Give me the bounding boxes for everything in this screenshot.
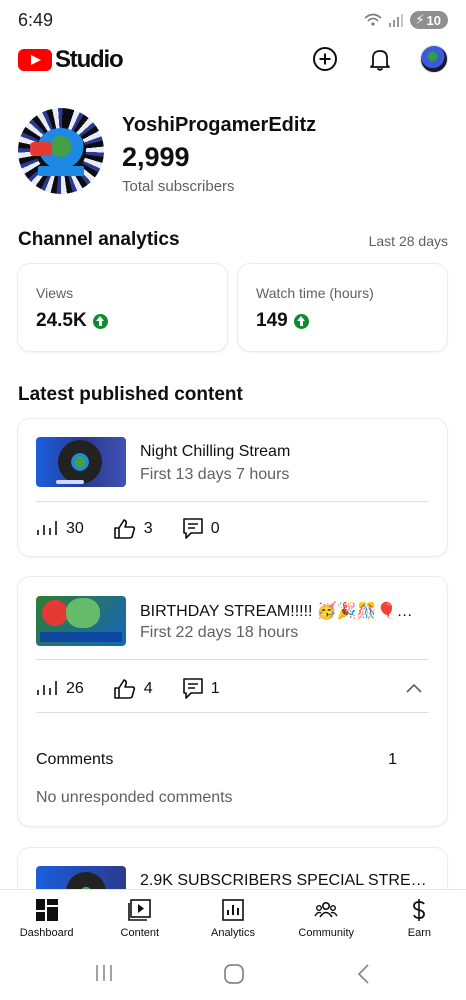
likes-count: 4 bbox=[143, 680, 153, 697]
comment-icon bbox=[182, 678, 203, 699]
comments-stat: 1 bbox=[182, 678, 220, 700]
home-icon[interactable] bbox=[223, 963, 245, 985]
subscriber-count: 2,999 bbox=[122, 142, 190, 172]
signal-icon bbox=[389, 14, 404, 27]
status-time: 6:49 bbox=[18, 10, 54, 30]
views-icon bbox=[37, 521, 57, 535]
metric-value: 149 bbox=[256, 310, 309, 332]
subscriber-label: Total subscribers bbox=[122, 178, 235, 195]
studio-logo[interactable]: Studio bbox=[18, 46, 124, 74]
comments-total: 1 bbox=[388, 751, 397, 768]
nav-community[interactable]: Community bbox=[280, 890, 373, 947]
trend-up-icon bbox=[92, 313, 108, 329]
likes-count: 3 bbox=[143, 520, 153, 537]
video-card[interactable]: Night Chilling Stream First 13 days 7 ho… bbox=[18, 419, 447, 556]
comments-label[interactable]: Comments bbox=[36, 751, 113, 769]
views-stat: 30 bbox=[36, 519, 84, 539]
charging-icon: ⚡ bbox=[415, 12, 425, 27]
comments-stat: 0 bbox=[182, 518, 220, 540]
nav-analytics[interactable]: Analytics bbox=[186, 890, 279, 947]
nav-dashboard[interactable]: Dashboard bbox=[0, 890, 93, 947]
video-stats: 26 4 1 bbox=[36, 678, 250, 700]
nav-label: Content bbox=[120, 927, 160, 939]
like-icon bbox=[113, 679, 135, 699]
watch-time-card[interactable]: Watch time (hours) 149 bbox=[238, 264, 447, 351]
status-icons: ⚡ 10 bbox=[364, 11, 448, 29]
like-icon bbox=[113, 519, 135, 539]
views-count: 26 bbox=[66, 680, 84, 697]
video-title: Night Chilling Stream bbox=[140, 443, 291, 460]
status-bar: 6:49 ⚡ 10 bbox=[0, 0, 466, 40]
account-avatar[interactable] bbox=[420, 45, 448, 73]
collapse-chevron-icon[interactable] bbox=[405, 682, 423, 694]
video-timeframe: First 22 days 18 hours bbox=[140, 624, 299, 641]
nav-label: Dashboard bbox=[19, 927, 74, 939]
nav-earn[interactable]: Earn bbox=[373, 890, 466, 947]
views-icon bbox=[37, 681, 57, 695]
metric-label: Watch time (hours) bbox=[256, 285, 374, 301]
dashboard-icon bbox=[35, 899, 58, 921]
app-header: Studio bbox=[0, 40, 466, 82]
comments-count: 1 bbox=[210, 680, 220, 697]
likes-stat: 4 bbox=[113, 679, 153, 699]
create-icon[interactable] bbox=[312, 46, 338, 72]
channel-analytics-title: Channel analytics bbox=[18, 229, 180, 250]
channel-name: YoshiProgamerEditz bbox=[122, 114, 317, 136]
views-stat: 26 bbox=[36, 679, 84, 699]
video-thumbnail[interactable] bbox=[36, 596, 126, 646]
notifications-icon[interactable] bbox=[367, 46, 393, 72]
video-card-expanded[interactable]: BIRTHDAY STREAM!!!!! 🥳🎉🎊🎈🎁🎂… First 22 da… bbox=[18, 577, 447, 826]
likes-stat: 3 bbox=[113, 519, 153, 539]
video-title: 2.9K SUBSCRIBERS SPECIAL STREAM!!… bbox=[140, 872, 430, 889]
metric-value: 24.5K bbox=[36, 310, 108, 332]
youtube-logo-icon bbox=[18, 49, 52, 71]
trend-up-icon bbox=[293, 313, 309, 329]
system-nav-bar bbox=[0, 947, 466, 1000]
nav-label: Community bbox=[298, 927, 355, 939]
nav-content[interactable]: Content bbox=[93, 890, 186, 947]
latest-content-title: Latest published content bbox=[18, 384, 243, 405]
channel-avatar[interactable] bbox=[18, 108, 104, 194]
content-icon bbox=[127, 899, 151, 921]
channel-summary: YoshiProgamerEditz 2,999 Total subscribe… bbox=[18, 108, 448, 198]
comments-count: 0 bbox=[210, 520, 220, 537]
no-unresponded-comments: No unresponded comments bbox=[36, 789, 233, 806]
divider bbox=[36, 501, 429, 502]
watch-time-value: 149 bbox=[256, 310, 288, 331]
community-icon bbox=[314, 902, 338, 918]
recent-apps-icon[interactable] bbox=[94, 963, 114, 983]
video-timeframe: First 13 days 7 hours bbox=[140, 466, 290, 483]
comment-icon bbox=[182, 518, 203, 539]
nav-label: Earn bbox=[407, 927, 432, 939]
battery-indicator: ⚡ 10 bbox=[410, 11, 448, 29]
divider bbox=[36, 712, 429, 713]
earn-icon bbox=[413, 899, 426, 921]
wifi-icon bbox=[364, 13, 382, 26]
analytics-period: Last 28 days bbox=[368, 233, 448, 249]
views-value: 24.5K bbox=[36, 310, 87, 331]
views-card[interactable]: Views 24.5K bbox=[18, 264, 227, 351]
views-count: 30 bbox=[66, 520, 84, 537]
video-stats: 30 3 0 bbox=[36, 518, 250, 540]
video-title: BIRTHDAY STREAM!!!!! 🥳🎉🎊🎈🎁🎂… bbox=[140, 603, 430, 620]
video-thumbnail[interactable] bbox=[36, 437, 126, 487]
app-name: Studio bbox=[55, 46, 124, 73]
battery-level: 10 bbox=[426, 12, 441, 28]
divider bbox=[36, 659, 429, 660]
metric-label: Views bbox=[36, 285, 74, 301]
analytics-icon bbox=[222, 899, 244, 921]
bottom-nav: Dashboard Content Analytics Community Ea… bbox=[0, 889, 466, 947]
nav-label: Analytics bbox=[210, 927, 256, 939]
back-icon[interactable] bbox=[356, 963, 370, 985]
